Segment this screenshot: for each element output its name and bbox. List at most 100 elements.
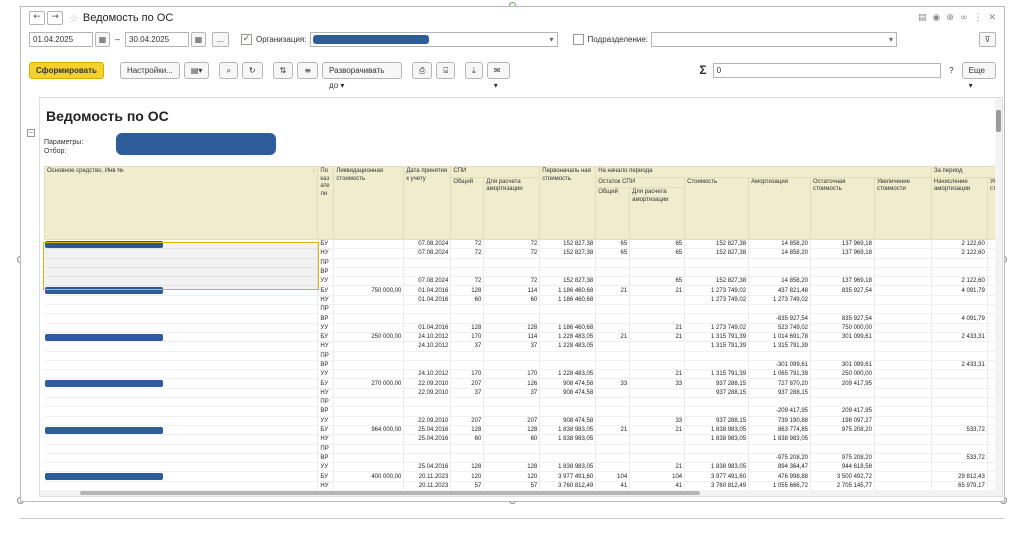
cell-cost[interactable] (684, 313, 750, 324)
cell-inc[interactable] (874, 424, 932, 436)
cell-init[interactable]: 152 827,38 (539, 248, 597, 259)
link-icon[interactable]: ∞ (960, 13, 968, 23)
cell-liq[interactable] (333, 360, 405, 371)
cell-inc[interactable] (874, 406, 932, 417)
cell-cost[interactable]: 937 288,15 (684, 378, 750, 389)
cell-cost[interactable]: 1 838 983,05 (684, 424, 750, 436)
cell-rt[interactable] (595, 453, 631, 464)
cell-rt[interactable] (595, 341, 631, 352)
cell-rt[interactable] (595, 369, 631, 380)
cell-amort[interactable]: 739 190,88 (748, 416, 811, 426)
cell-ra[interactable]: 21 (629, 323, 686, 333)
cell-amort[interactable]: 14 858,20 (748, 238, 811, 250)
cell-resid[interactable]: 209 417,95 (810, 406, 875, 417)
asset-name-cell[interactable] (44, 295, 319, 306)
cell-spi[interactable]: 207 (450, 416, 485, 426)
cell-rt[interactable] (595, 351, 631, 361)
cell-amort[interactable] (748, 258, 811, 268)
cell-date[interactable]: 01.04.2016 (403, 285, 452, 296)
cell-acc[interactable] (931, 397, 988, 408)
cell-amort[interactable] (748, 304, 811, 315)
cell-acc[interactable]: 533,72 (931, 424, 988, 436)
cell-date[interactable]: 22.09.2010 (403, 378, 452, 389)
table-row[interactable]: УУ 01.04.2016 128 128 1 186 460,68 21 1 273 74… (44, 323, 1002, 333)
cell-spi[interactable]: 37 (450, 388, 485, 399)
cell-date[interactable]: 24.10.2012 (403, 331, 452, 343)
search-icon[interactable]: ⌕ (219, 61, 238, 79)
cell-amort[interactable] (748, 397, 811, 408)
cell-cost[interactable]: 937 288,15 (684, 416, 750, 426)
back-button[interactable]: ← (29, 11, 45, 25)
col-remain-spi[interactable]: Остаток СПИ (595, 176, 686, 188)
cell-cost[interactable]: 1 273 749,02 (684, 285, 750, 296)
sort-icon[interactable]: ↓ (312, 168, 315, 176)
col-liquidation[interactable]: Ликвидационная стоимость (333, 166, 405, 240)
cell-init[interactable]: 908 474,58 (539, 388, 597, 399)
cell-spi[interactable]: 128 (450, 462, 485, 473)
cell-inc[interactable] (874, 238, 932, 250)
report-area[interactable]: Ведомость по ОС Параметры: Отбор: Основн… (39, 97, 1003, 497)
cell-spi[interactable] (450, 397, 485, 408)
cell-liq[interactable]: 250 000,00 (333, 331, 405, 343)
cell-ind[interactable]: ВР (317, 406, 335, 417)
cell-init[interactable] (539, 267, 597, 278)
cell-date[interactable] (403, 351, 452, 361)
cell-ind[interactable]: БУ (317, 471, 335, 482)
cell-inc[interactable] (874, 453, 932, 464)
cell-acc[interactable]: 2 433,31 (931, 331, 988, 343)
cell-spi[interactable] (450, 313, 485, 324)
cell-amort[interactable]: 14 858,20 (748, 248, 811, 259)
expand-to-button[interactable]: Разворачивать до ▾ (322, 61, 402, 90)
cell-rt[interactable] (595, 444, 631, 454)
cell-amort[interactable]: 476 998,88 (748, 471, 811, 482)
cell-rt[interactable]: 33 (595, 378, 631, 389)
cell-inc[interactable] (874, 444, 932, 454)
cell-init[interactable] (539, 258, 597, 268)
cell-liq[interactable] (333, 406, 405, 417)
asset-name-cell[interactable] (44, 341, 319, 352)
cell-amort[interactable]: 1 838 983,05 (748, 434, 811, 445)
asset-name-cell[interactable] (44, 248, 319, 259)
col-spi[interactable]: СПИ (450, 166, 541, 178)
table-row[interactable]: УУ 22.09.2010 207 207 908 474,58 33 937 288,15… (44, 416, 1002, 426)
cell-ra[interactable] (629, 351, 686, 361)
cell-amort[interactable]: 1 014 691,78 (748, 331, 811, 343)
cell-date[interactable] (403, 267, 452, 278)
cell-inc[interactable] (874, 416, 932, 426)
table-row[interactable]: ПР (44, 444, 1002, 454)
cell-cost[interactable] (684, 258, 750, 268)
calendar-from-icon[interactable]: ▦ (95, 31, 110, 47)
cell-acc[interactable]: 2 122,60 (931, 276, 988, 287)
cell-inc[interactable] (874, 323, 932, 333)
col-spi-total[interactable]: Общий (450, 176, 485, 240)
cell-spia[interactable] (483, 444, 541, 454)
cell-cost[interactable] (684, 444, 750, 454)
cell-acc[interactable]: 2 122,60 (931, 238, 988, 250)
cell-init[interactable]: 152 827,38 (539, 238, 597, 250)
cell-ind[interactable]: ВР (317, 453, 335, 464)
col-accrual[interactable]: Начисление амортизации (930, 176, 988, 240)
cell-date[interactable]: 07.08.2024 (403, 238, 452, 250)
cell-init[interactable] (539, 304, 597, 315)
preview-icon[interactable]: ⌸ (436, 61, 456, 79)
col-asset[interactable]: Основное средство, Инв № ↓ (43, 166, 319, 240)
cell-ind[interactable]: УУ (317, 369, 335, 380)
cell-init[interactable] (539, 397, 597, 408)
cell-cost[interactable]: 1 315 791,39 (684, 341, 750, 352)
asset-name-cell[interactable] (44, 471, 319, 482)
cell-inc[interactable] (874, 462, 932, 473)
cell-cost[interactable]: 152 827,38 (684, 248, 750, 259)
cell-spia[interactable] (483, 360, 541, 371)
table-row[interactable]: БУ 250 000,00 24.10.2012 170 114 1 228 483,05… (44, 331, 1002, 343)
subdivision-checkbox[interactable] (572, 33, 584, 45)
cell-date[interactable] (403, 313, 452, 324)
print-icon[interactable]: ▤ (918, 13, 927, 23)
cell-date[interactable]: 25.04.2016 (403, 434, 452, 445)
cell-amort[interactable] (748, 351, 811, 361)
cell-resid[interactable] (810, 397, 875, 408)
cell-inc[interactable] (874, 295, 932, 306)
cell-amort[interactable]: 523 749,02 (748, 323, 811, 333)
cell-ind[interactable]: НУ (317, 248, 335, 259)
cell-ind[interactable]: БУ (317, 424, 335, 436)
cell-spi[interactable]: 128 (450, 323, 485, 333)
